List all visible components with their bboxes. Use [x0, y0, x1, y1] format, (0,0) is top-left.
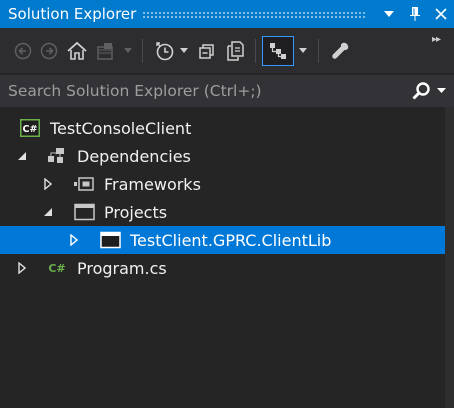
- tree-item-frameworks[interactable]: Frameworks: [0, 170, 445, 198]
- tree-item-label: Frameworks: [104, 174, 201, 194]
- pending-changes-filter-icon: [156, 41, 174, 60]
- chevron-down-icon: [124, 47, 132, 53]
- collapsed-arrow-icon[interactable]: [15, 261, 29, 275]
- home-button[interactable]: [62, 36, 92, 66]
- switch-views-icon: [97, 42, 113, 60]
- home-icon: [67, 41, 87, 60]
- csharp-file-icon: C#: [46, 259, 68, 277]
- tree-item-projects[interactable]: Projects: [0, 198, 445, 226]
- chevron-down-icon: [437, 88, 446, 93]
- collapse-all-icon: [199, 43, 214, 59]
- sync-active-document-button[interactable]: [262, 35, 294, 66]
- back-button[interactable]: [10, 36, 36, 66]
- tree-item-label: Program.cs: [77, 258, 167, 278]
- toolbar-separator: [318, 38, 319, 63]
- frameworks-icon: [72, 175, 96, 193]
- tree-item-label: TestConsoleClient: [50, 118, 192, 138]
- search-options[interactable]: [411, 81, 454, 101]
- window-options-button[interactable]: [376, 0, 402, 28]
- switch-views-button[interactable]: [92, 36, 136, 66]
- tree-item-dependencies[interactable]: Dependencies: [0, 142, 445, 170]
- sync-options-dropdown[interactable]: [294, 36, 312, 66]
- show-all-files-icon: [227, 40, 244, 61]
- tree-item-program-cs[interactable]: C# Program.cs: [0, 254, 445, 282]
- pending-changes-filter-button[interactable]: [149, 36, 193, 66]
- tree-item-label: Dependencies: [77, 146, 191, 166]
- collapsed-arrow-icon[interactable]: [67, 233, 81, 247]
- vertical-scrollbar[interactable]: [445, 107, 454, 408]
- forward-button[interactable]: [36, 36, 62, 66]
- auto-hide-button[interactable]: [402, 0, 428, 28]
- dependencies-icon: [46, 147, 66, 165]
- collapsed-arrow-icon[interactable]: [41, 177, 55, 191]
- tree-item-testclient-gprc-clientlib[interactable]: TestClient.GPRC.ClientLib: [0, 226, 445, 254]
- svg-text:C#: C#: [23, 124, 38, 135]
- title-grip[interactable]: [142, 10, 366, 18]
- search-bar: [0, 75, 454, 107]
- search-input[interactable]: [0, 75, 411, 107]
- toolbar-separator: [142, 38, 143, 63]
- tree-item-testconsoleclient[interactable]: C# TestConsoleClient: [0, 114, 445, 142]
- toolbar: ▸▸: [0, 28, 454, 73]
- chevron-down-icon: [180, 47, 188, 53]
- properties-button[interactable]: [325, 36, 355, 66]
- collapse-all-button[interactable]: [193, 36, 221, 66]
- toolbar-overflow-icon[interactable]: ▸▸: [432, 34, 441, 45]
- properties-icon: [332, 42, 349, 59]
- toolbar-separator: [255, 38, 256, 63]
- projects-icon: [74, 203, 96, 221]
- expanded-arrow-icon[interactable]: [15, 149, 29, 163]
- tree-item-label: TestClient.GPRC.ClientLib: [130, 230, 332, 250]
- back-icon: [14, 42, 32, 59]
- chevron-down-icon: [299, 47, 307, 53]
- expanded-arrow-icon[interactable]: [41, 205, 55, 219]
- pin-icon: [410, 7, 420, 21]
- solution-tree: C# TestConsoleClient Dependencies Framew…: [0, 114, 445, 282]
- title-bar: Solution Explorer: [0, 0, 454, 28]
- tree-item-label: Projects: [104, 202, 168, 222]
- svg-text:C#: C#: [48, 262, 65, 275]
- forward-icon: [40, 42, 58, 59]
- search-icon: [412, 82, 430, 100]
- project-reference-icon: [100, 231, 122, 249]
- sync-active-document-icon: [270, 42, 286, 59]
- dropdown-arrow-icon: [384, 11, 394, 17]
- close-button[interactable]: [428, 0, 454, 28]
- csharp-project-icon: C#: [20, 119, 40, 137]
- close-icon: [435, 8, 447, 20]
- window-title: Solution Explorer: [8, 5, 137, 23]
- show-all-files-button[interactable]: [221, 36, 249, 66]
